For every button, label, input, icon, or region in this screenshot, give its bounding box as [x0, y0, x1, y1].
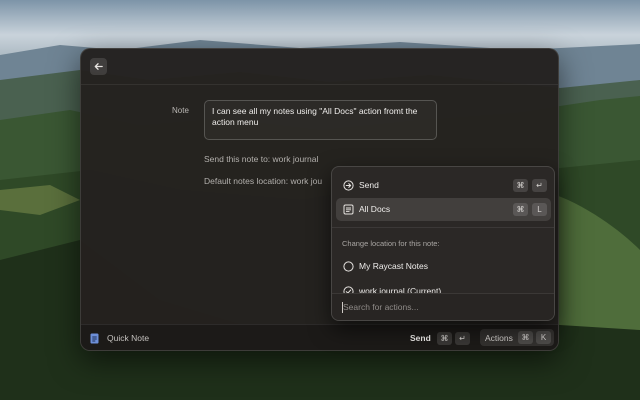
- circle-icon: [343, 261, 354, 272]
- default-location-info: Default notes location: work jou: [204, 176, 323, 186]
- action-item-all-docs[interactable]: All Docs ⌘ L: [336, 198, 551, 221]
- cmd-key: ⌘: [513, 179, 528, 192]
- location-label: My Raycast Notes: [359, 261, 428, 271]
- actions-label: Actions: [485, 333, 513, 343]
- action-item-send[interactable]: Send ⌘ ↵: [336, 174, 551, 197]
- action-item-label: Send: [359, 180, 379, 190]
- actions-button[interactable]: Actions ⌘ K: [480, 329, 554, 346]
- primary-send-action[interactable]: Send: [410, 333, 431, 343]
- note-textarea[interactable]: I can see all my notes using "All Docs" …: [204, 100, 437, 140]
- action-search-bar: [332, 293, 554, 320]
- action-panel: Send ⌘ ↵ All Docs ⌘ L Change location fo…: [331, 166, 555, 321]
- section-title-change-location: Change location for this note:: [342, 239, 440, 248]
- action-item-label: All Docs: [359, 204, 391, 214]
- window-topbar: [81, 49, 558, 85]
- arrow-left-icon: [94, 63, 103, 70]
- back-button[interactable]: [90, 58, 107, 75]
- panel-divider: [332, 227, 554, 228]
- l-key: L: [532, 203, 547, 216]
- cmd-key: ⌘: [513, 203, 528, 216]
- arrow-right-circle-icon: [343, 180, 354, 191]
- actions-shortcut-k-key: K: [536, 331, 551, 344]
- actions-shortcut-cmd-key: ⌘: [518, 331, 533, 344]
- document-icon: [90, 333, 99, 344]
- send-shortcut-cmd-key: ⌘: [437, 332, 452, 345]
- action-bar: Quick Note Send ⌘ ↵ Actions ⌘ K: [81, 324, 558, 350]
- location-item-my-raycast-notes[interactable]: My Raycast Notes: [336, 255, 551, 278]
- document-list-icon: [343, 204, 354, 215]
- send-destination-info: Send this note to: work journal: [204, 154, 319, 164]
- app-name: Quick Note: [107, 333, 150, 343]
- send-shortcut-return-key: ↵: [455, 332, 470, 345]
- return-key: ↵: [532, 179, 547, 192]
- action-search-input[interactable]: [343, 299, 543, 315]
- note-label: Note: [172, 106, 189, 115]
